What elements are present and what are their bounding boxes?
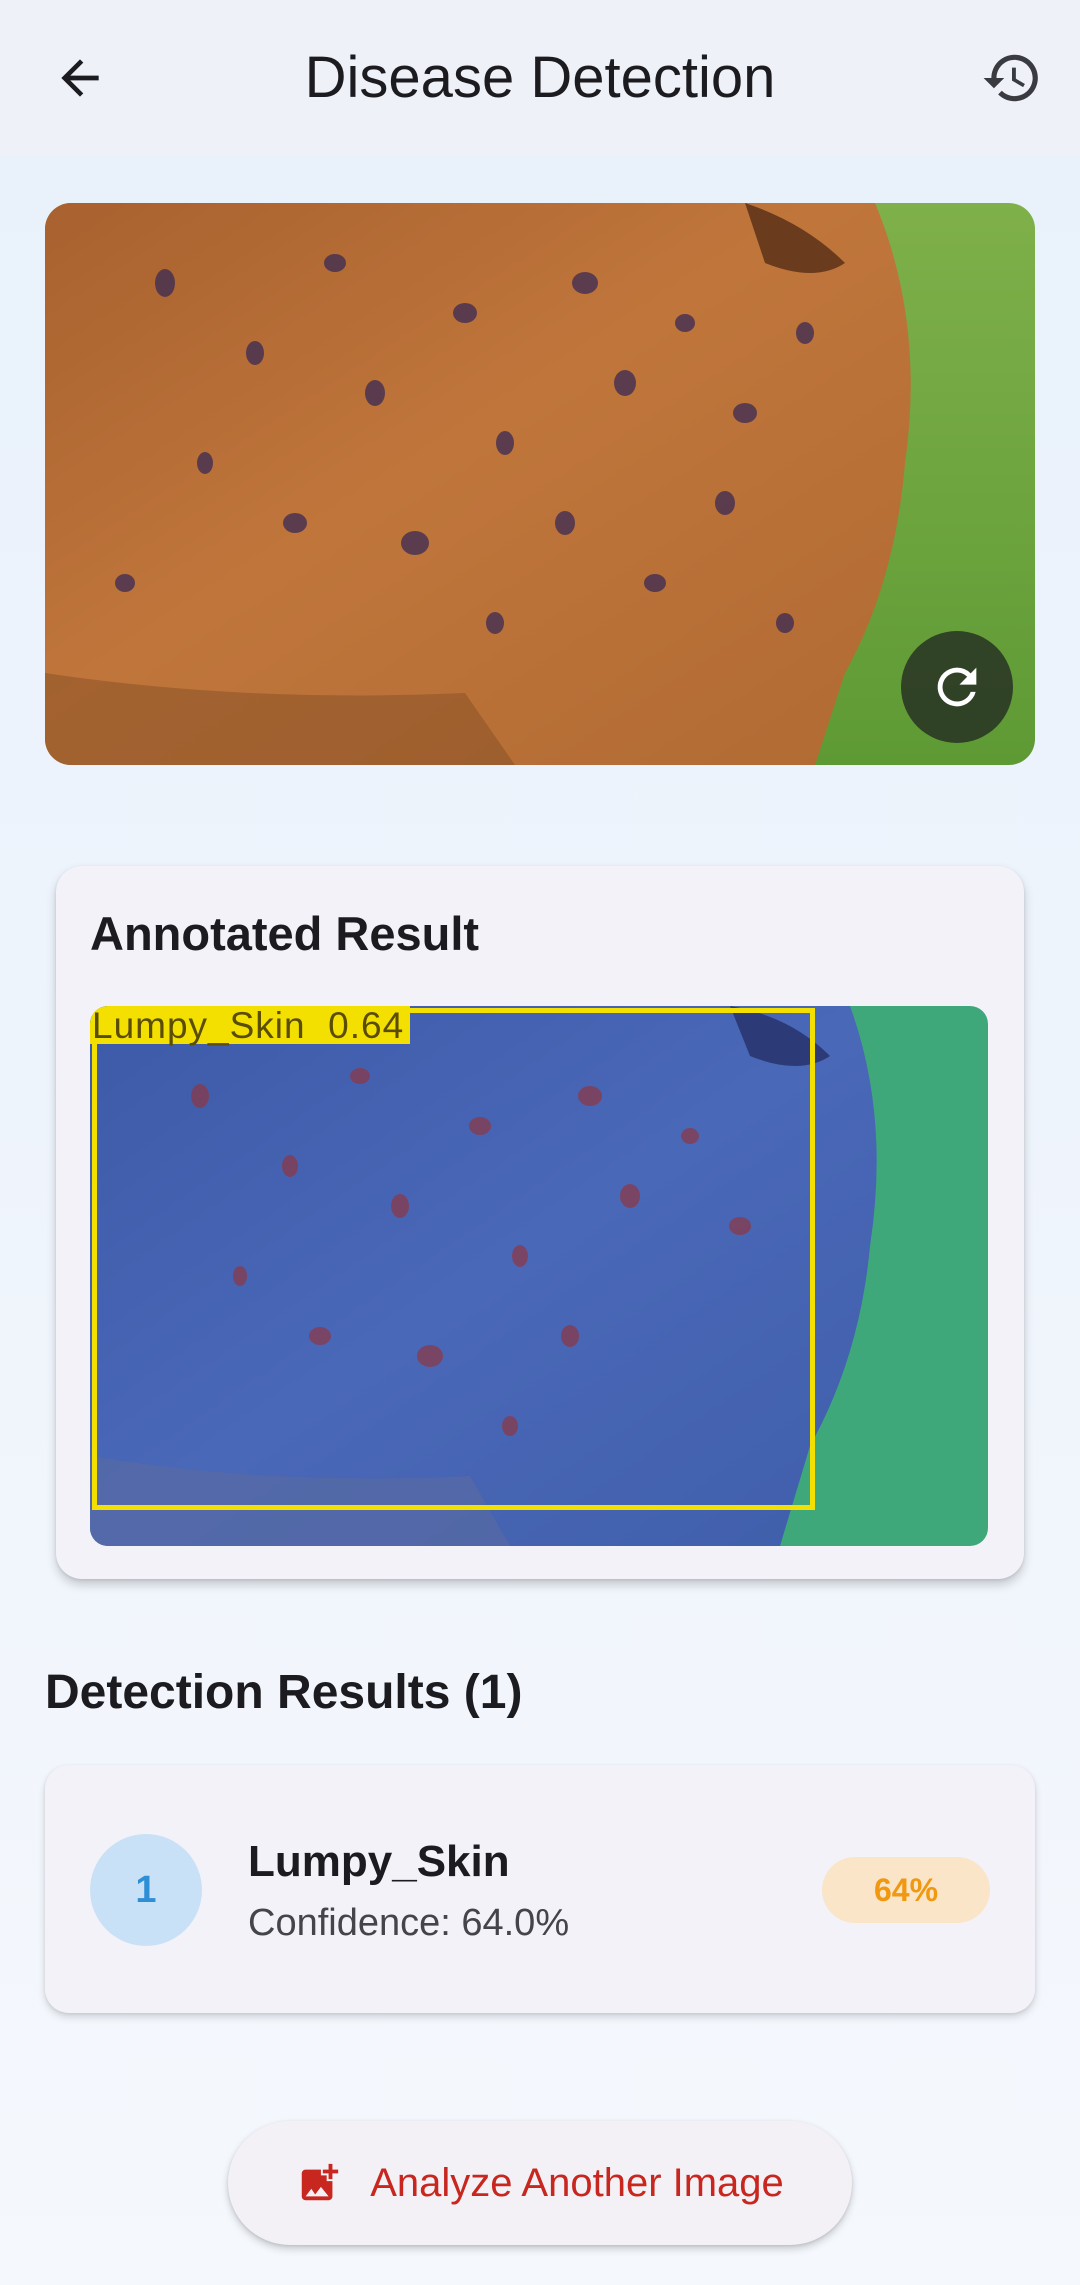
analyze-button-label: Analyze Another Image — [370, 2160, 784, 2205]
confidence-text: Confidence: 64.0% — [248, 1902, 570, 1944]
disease-name: Lumpy_Skin — [248, 1837, 510, 1886]
cow-photo — [45, 203, 1035, 765]
history-icon — [983, 54, 1038, 102]
analyze-another-image-button[interactable]: Analyze Another Image — [228, 2121, 852, 2245]
confidence-badge: 64% — [822, 1857, 990, 1923]
annotated-result-title: Annotated Result — [90, 907, 480, 960]
retake-button[interactable] — [901, 631, 1013, 743]
detection-results-title: Detection Results (1) — [45, 1666, 523, 1719]
page-title: Disease Detection — [304, 45, 776, 110]
annotated-image: Lumpy_Skin 0.64 — [90, 1006, 988, 1546]
detection-bounding-box — [92, 1008, 815, 1510]
refresh-icon — [937, 667, 977, 707]
list-item[interactable]: 1 Lumpy_Skin Confidence: 64.0% 64% — [45, 1765, 1035, 2013]
history-button[interactable] — [972, 38, 1052, 118]
annotated-result-card: Annotated Result Lumpy_Skin 0.64 — [56, 866, 1024, 1579]
add-photo-icon — [301, 2163, 339, 2201]
result-rank-badge: 1 — [90, 1834, 202, 1946]
app-bar: Disease Detection — [0, 0, 1080, 155]
input-image — [45, 203, 1035, 765]
detection-box-label: Lumpy_Skin 0.64 — [90, 1006, 411, 1046]
